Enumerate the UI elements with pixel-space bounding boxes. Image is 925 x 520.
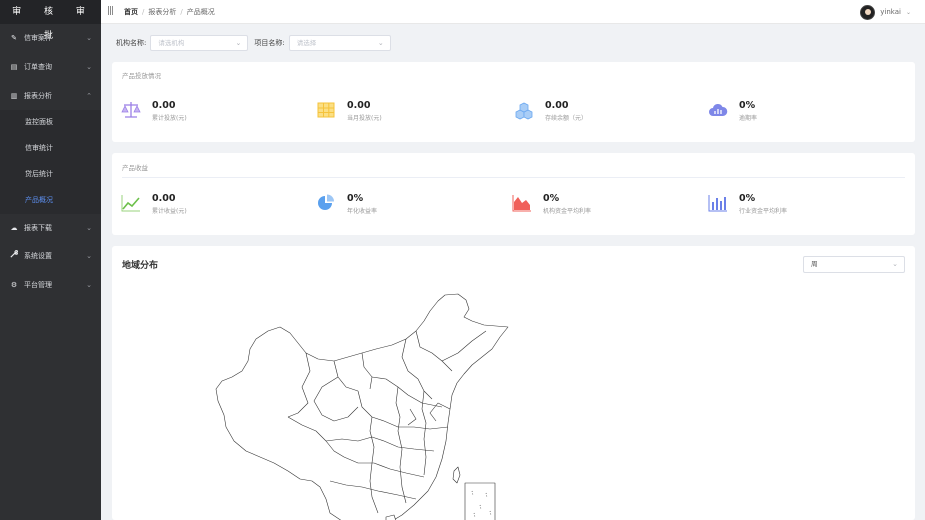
brand-title: 审 核 审 批 — [0, 0, 101, 41]
stat-label: 年化收益率 — [347, 208, 378, 215]
card-divider — [122, 177, 905, 178]
sidebar-subitem-postloan-stats[interactable]: 贷后统计 — [0, 162, 101, 188]
avatar[interactable] — [860, 4, 876, 20]
sidebar-item-report-analysis[interactable]: ▥ 报表分析 ⌃ — [0, 82, 101, 111]
boxes-icon — [515, 102, 533, 120]
org-label: 机构名称: — [116, 39, 147, 47]
org-select[interactable]: 请选机构 ⌄ — [150, 35, 249, 51]
card-icon: ▤ — [10, 62, 18, 71]
stat-value: 0% — [347, 193, 364, 204]
map-inset-frame — [464, 482, 496, 520]
stat-value: 0% — [543, 193, 560, 204]
region-map-card: 地域分布 周 ⌄ — [112, 246, 915, 520]
table-icon — [317, 102, 335, 118]
period-select-value: 周 — [811, 260, 818, 268]
chevron-down-icon: ⌄ — [86, 252, 92, 261]
stat-label: 逾期率 — [739, 115, 758, 122]
bar-chart-icon — [708, 195, 727, 212]
chevron-down-icon: ⌄ — [86, 281, 92, 290]
stat-label: 当月投放(元) — [347, 115, 382, 122]
scale-icon — [121, 102, 141, 118]
breadcrumb: 首页 / 报表分析 / 产品概况 — [124, 8, 215, 16]
sidebar-item-label: 报表下载 — [24, 223, 52, 232]
stat-value: 0.00 — [152, 100, 176, 111]
sidebar-item-credit-cases[interactable]: ✎ 信审案件 ⌄ — [0, 24, 101, 53]
breadcrumb-current: 产品概况 — [186, 8, 215, 16]
investment-card: 产品投放情况 0.00 累计投放(元) 0.00 当月投放(元) 0.00 存续… — [112, 62, 915, 142]
chevron-up-icon: ⌃ — [86, 91, 92, 100]
sidebar-subitem-credit-stats[interactable]: 信审统计 — [0, 136, 101, 162]
cloud-chart-icon — [709, 103, 728, 116]
stat-label: 行业资金平均利率 — [739, 208, 788, 215]
stat-label: 累计收益(元) — [152, 208, 187, 215]
edit-icon: ✎ — [11, 34, 17, 42]
sidebar: 审 核 审 批 ✎ 信审案件 ⌄ ▤ 订单查询 ⌄ ▥ 报表分析 ⌃ 监控面板 … — [0, 0, 101, 520]
sidebar-item-system-settings[interactable]: 系统设置 ⌄ — [0, 242, 101, 271]
sidebar-item-label: 平台管理 — [24, 281, 52, 290]
sidebar-item-platform-management[interactable]: ⚙ 平台管理 ⌄ — [0, 271, 101, 300]
chevron-down-icon: ⌄ — [377, 39, 384, 47]
sidebar-item-label: 报表分析 — [24, 91, 52, 100]
project-label: 项目名称: — [254, 39, 285, 47]
stat-label: 累计投放(元) — [152, 115, 187, 122]
sidebar-item-report-download[interactable]: ☁ 报表下载 ⌄ — [0, 214, 101, 243]
pie-icon — [318, 194, 334, 210]
stat-value: 0.00 — [347, 100, 371, 111]
chevron-down-icon: ⌄ — [86, 62, 92, 71]
sidebar-subitem-product-overview[interactable]: 产品概况 — [0, 188, 101, 214]
chevron-down-icon: ⌄ — [86, 34, 92, 42]
breadcrumb-home[interactable]: 首页 — [124, 8, 138, 16]
chevron-down-icon: ⌄ — [86, 223, 92, 232]
project-select-placeholder: 请选择 — [296, 39, 317, 47]
stat-value: 0.00 — [545, 100, 569, 111]
chevron-down-icon: ⌄ — [892, 260, 898, 268]
top-header: ||| 首页 / 报表分析 / 产品概况 yinkai ⌄ — [101, 0, 925, 24]
stat-value: 0% — [739, 100, 756, 111]
map-title: 地域分布 — [122, 261, 159, 271]
period-select[interactable]: 周 ⌄ — [803, 256, 905, 273]
menu-toggle-icon[interactable]: ||| — [107, 6, 114, 16]
sidebar-item-order-query[interactable]: ▤ 订单查询 ⌄ — [0, 53, 101, 82]
sidebar-item-label: 系统设置 — [24, 252, 52, 261]
gear-icon: ⚙ — [10, 281, 18, 290]
org-select-placeholder: 请选机构 — [158, 39, 185, 47]
bar-chart-icon: ▥ — [10, 91, 18, 100]
cloud-download-icon: ☁ — [10, 223, 18, 232]
sidebar-item-label: 信审案件 — [24, 34, 52, 42]
sidebar-subitem-monitor[interactable]: 监控面板 — [0, 110, 101, 136]
china-map[interactable] — [202, 291, 532, 520]
wrench-icon — [9, 242, 19, 271]
investment-card-title: 产品投放情况 — [122, 72, 161, 80]
project-select[interactable]: 请选择 ⌄ — [288, 35, 391, 51]
map-island — [452, 466, 461, 484]
breadcrumb-report-analysis[interactable]: 报表分析 — [148, 8, 176, 16]
stat-value: 0% — [739, 193, 756, 204]
username[interactable]: yinkai — [880, 8, 901, 16]
chevron-down-icon: ⌄ — [235, 39, 242, 47]
stat-value: 0.00 — [152, 193, 176, 204]
stat-label: 存续余额（元） — [545, 115, 588, 122]
user-menu[interactable]: yinkai ⌄ — [860, 4, 911, 20]
filter-bar: 机构名称: 请选机构 ⌄ 项目名称: 请选择 ⌄ — [116, 35, 391, 51]
chevron-down-icon[interactable]: ⌄ — [906, 9, 911, 16]
revenue-card-title: 产品收益 — [122, 164, 148, 172]
report-submenu: 监控面板 信审统计 贷后统计 产品概况 — [0, 110, 101, 214]
line-trend-icon — [121, 195, 140, 212]
stat-label: 机构资金平均利率 — [543, 208, 592, 215]
area-chart-icon — [512, 195, 531, 212]
sidebar-item-label: 订单查询 — [24, 62, 52, 71]
revenue-card: 产品收益 0.00 累计收益(元) 0% 年化收益率 0% 机构资金平均利率 0… — [112, 153, 915, 235]
